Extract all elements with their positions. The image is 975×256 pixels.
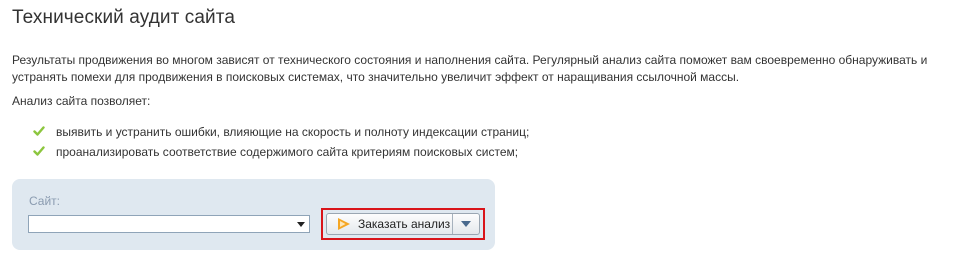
checkmark-icon xyxy=(33,146,45,156)
site-label: Сайт: xyxy=(29,194,61,208)
checkmark-icon xyxy=(33,126,45,136)
order-analysis-button[interactable]: Заказать анализ xyxy=(326,213,480,235)
play-icon xyxy=(338,218,350,230)
list-item-text: выявить и устранить ошибки, влияющие на … xyxy=(56,125,530,139)
page-title: Технический аудит сайта xyxy=(12,7,236,28)
order-analysis-main[interactable]: Заказать анализ xyxy=(327,214,452,234)
intro-line-1: Результаты продвижения во многом зависят… xyxy=(12,53,928,67)
order-analysis-label: Заказать анализ xyxy=(358,217,451,231)
order-dropdown-toggle[interactable] xyxy=(452,214,479,234)
list-item-text: проанализировать соответствие содержимог… xyxy=(56,145,519,159)
page: Технический аудит сайта Результаты продв… xyxy=(0,0,975,256)
order-panel: Сайт: Заказать анализ xyxy=(12,179,495,250)
chevron-down-icon xyxy=(461,221,471,227)
lead-text: Анализ сайта позволяет: xyxy=(12,94,151,108)
intro-line-2: устранять помехи для продвижения в поиск… xyxy=(12,70,740,84)
benefits-list: выявить и устранить ошибки, влияющие на … xyxy=(32,124,529,164)
list-item: выявить и устранить ошибки, влияющие на … xyxy=(32,124,529,144)
list-item: проанализировать соответствие содержимог… xyxy=(32,144,529,164)
intro-paragraph: Результаты продвижения во многом зависят… xyxy=(12,52,972,86)
chevron-down-icon[interactable] xyxy=(297,222,305,227)
site-select[interactable] xyxy=(28,215,310,233)
